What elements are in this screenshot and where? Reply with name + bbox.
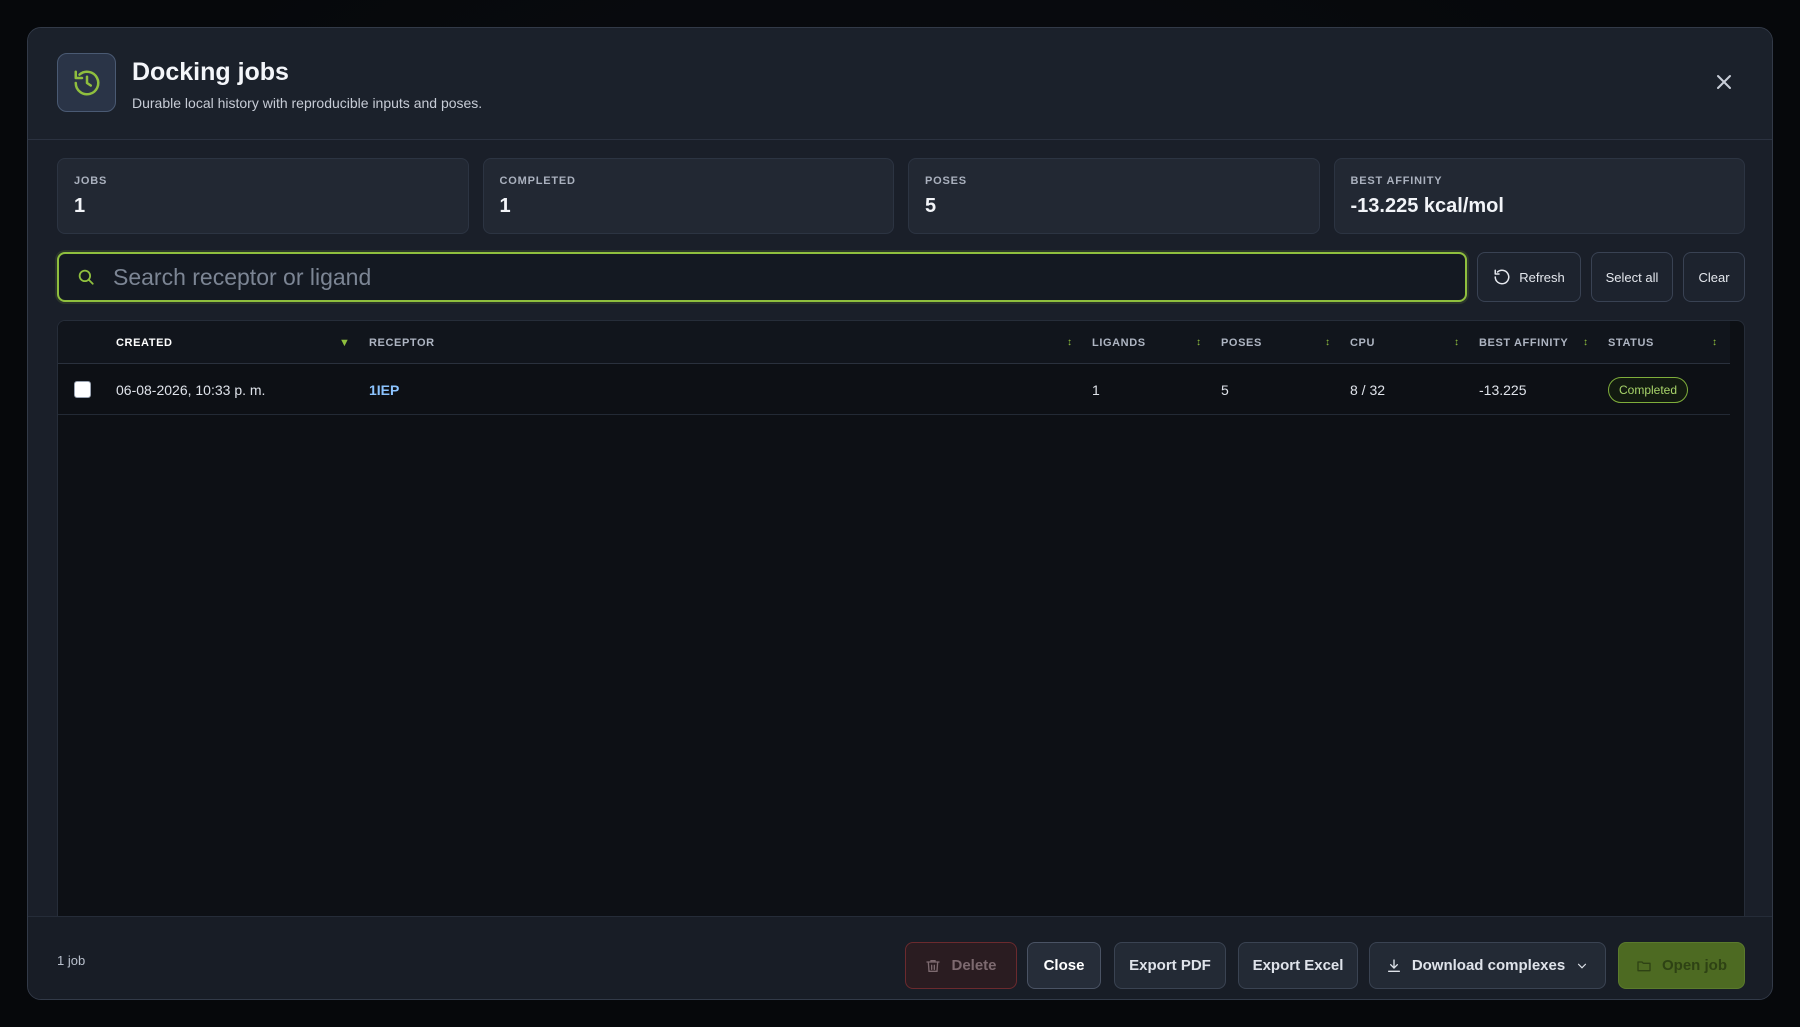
stat-card-best-affinity: BEST AFFINITY -13.225 kcal/mol	[1333, 158, 1745, 234]
column-header-best-affinity[interactable]: BEST AFFINITY	[1479, 321, 1568, 364]
stat-label: BEST AFFINITY	[1350, 175, 1443, 187]
trash-icon	[926, 959, 941, 972]
dialog-footer: 1 job Delete Close Export PDF Export Exc…	[28, 916, 1772, 999]
stat-card-jobs: JOBS 1	[57, 158, 469, 234]
jobs-table: CREATED ▼ RECEPTOR ↕ LIGANDS ↕ POSES ↕ C…	[57, 320, 1745, 943]
dialog-header: Docking jobs Durable local history with …	[28, 28, 1772, 140]
column-header-poses[interactable]: POSES	[1221, 321, 1262, 364]
search-icon	[59, 268, 113, 286]
sort-icon[interactable]: ↕	[1583, 321, 1588, 364]
download-icon	[1387, 958, 1400, 972]
cell-status: Completed	[1608, 365, 1689, 415]
delete-label: Delete	[951, 957, 997, 974]
sort-desc-icon[interactable]: ▼	[339, 321, 350, 364]
sort-icon[interactable]: ↕	[1067, 321, 1072, 364]
stats-row: JOBS 1 COMPLETED 1 POSES 5 BEST AFFINITY…	[57, 158, 1745, 234]
cell-created: 06-08-2026, 10:33 p. m.	[116, 382, 266, 398]
stat-value: 1	[499, 195, 511, 217]
export-pdf-button[interactable]: Export PDF	[1114, 942, 1226, 989]
close-icon[interactable]	[1712, 70, 1736, 94]
row-checkbox[interactable]	[74, 381, 91, 398]
chevron-down-icon	[1578, 963, 1587, 969]
receptor-link[interactable]: 1IEP	[369, 382, 399, 398]
stat-value: 1	[74, 195, 86, 217]
sort-icon[interactable]: ↕	[1196, 321, 1201, 364]
search-box	[57, 252, 1467, 302]
cell-best-affinity: -13.225	[1479, 382, 1527, 398]
stat-card-completed: COMPLETED 1	[482, 158, 894, 234]
stat-value: 5	[925, 195, 937, 217]
cell-ligands: 1	[1092, 382, 1100, 398]
stat-label: COMPLETED	[499, 175, 576, 187]
select-all-button[interactable]: Select all	[1591, 252, 1673, 302]
cell-cpu: 8 / 32	[1350, 382, 1386, 398]
column-header-created[interactable]: CREATED	[116, 321, 173, 364]
export-excel-button[interactable]: Export Excel	[1238, 942, 1358, 989]
cell-poses: 5	[1221, 382, 1229, 398]
stat-label: POSES	[925, 175, 967, 187]
column-header-ligands[interactable]: LIGANDS	[1092, 321, 1146, 364]
table-header: CREATED ▼ RECEPTOR ↕ LIGANDS ↕ POSES ↕ C…	[58, 321, 1730, 364]
sort-icon[interactable]: ↕	[1325, 321, 1330, 364]
column-header-status[interactable]: STATUS	[1608, 321, 1654, 364]
refresh-icon	[1494, 269, 1510, 285]
docking-jobs-dialog: Docking jobs Durable local history with …	[27, 27, 1773, 1000]
table-row[interactable]: 06-08-2026, 10:33 p. m. 1IEP 1 5 8 / 32 …	[58, 365, 1730, 415]
close-button[interactable]: Close	[1027, 942, 1101, 989]
delete-button[interactable]: Delete	[905, 942, 1017, 989]
dialog-subtitle: Durable local history with reproducible …	[132, 95, 483, 111]
toolbar: Refresh Select all Clear	[57, 252, 1745, 302]
stat-label: JOBS	[74, 175, 108, 187]
refresh-label: Refresh	[1519, 269, 1565, 285]
sort-icon[interactable]: ↕	[1712, 321, 1717, 364]
folder-icon	[1637, 960, 1651, 971]
column-header-receptor[interactable]: RECEPTOR	[369, 321, 435, 364]
job-count: 1 job	[57, 953, 86, 968]
refresh-button[interactable]: Refresh	[1477, 252, 1581, 302]
download-label: Download complexes	[1411, 957, 1566, 974]
history-icon	[57, 53, 116, 112]
download-complexes-button[interactable]: Download complexes	[1369, 942, 1606, 989]
status-badge: Completed	[1608, 377, 1689, 403]
sort-icon[interactable]: ↕	[1454, 321, 1459, 364]
column-header-cpu[interactable]: CPU	[1350, 321, 1375, 364]
cell-receptor: 1IEP	[369, 365, 399, 415]
clear-button[interactable]: Clear	[1683, 252, 1745, 302]
search-input[interactable]	[113, 263, 1465, 291]
open-job-label: Open job	[1662, 957, 1727, 974]
stat-value: -13.225 kcal/mol	[1350, 195, 1504, 217]
stat-card-poses: POSES 5	[908, 158, 1320, 234]
dialog-title: Docking jobs	[132, 58, 289, 86]
open-job-button[interactable]: Open job	[1618, 942, 1745, 989]
